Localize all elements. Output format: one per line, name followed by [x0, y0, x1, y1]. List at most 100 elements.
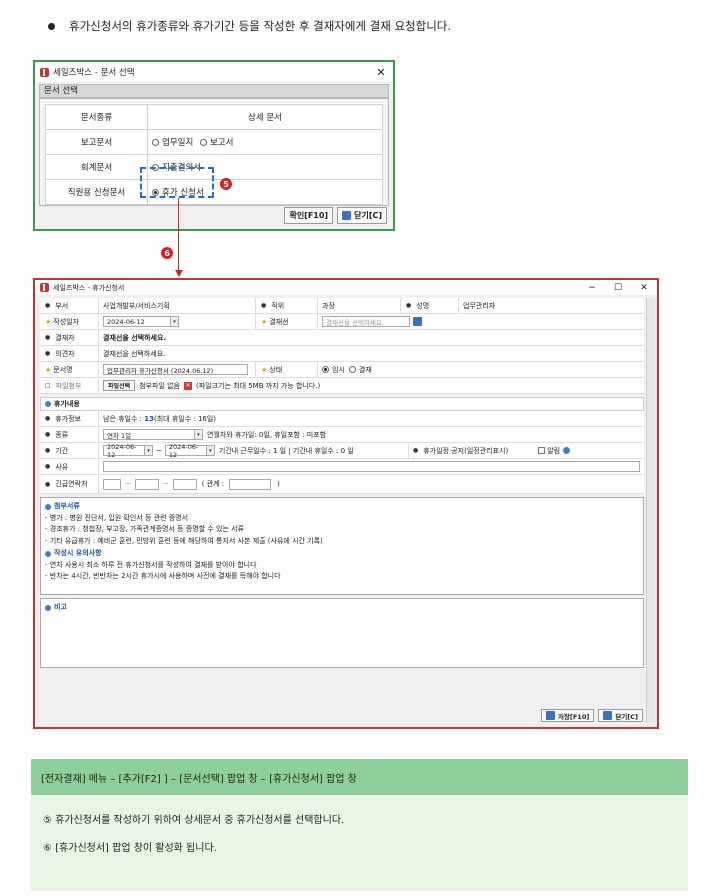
table-row: 직원용 신청문서 휴가 신청서	[45, 179, 383, 205]
bullet-icon: ●	[261, 302, 267, 309]
minimize-icon[interactable]: −	[579, 283, 605, 293]
star-icon: ★	[45, 365, 52, 374]
phone-part1-input[interactable]	[103, 478, 121, 490]
bullet-icon: ●	[406, 302, 412, 309]
radio-label: 보고서	[209, 138, 234, 148]
bullet-icon: ●	[45, 302, 51, 309]
file-select-button[interactable]: 파일선택	[103, 380, 136, 391]
label-name: 성명	[416, 301, 430, 310]
remark-box[interactable]: 비고	[40, 598, 644, 668]
relation-close: )	[277, 480, 280, 488]
doc-item: - 기타 유급휴가 : 예비군 훈련, 민방위 훈련 등에 해당하여 통지서 사…	[45, 537, 323, 546]
file-icon: □	[45, 382, 51, 389]
file-select-label: 파일선택	[108, 383, 131, 390]
section-icon	[45, 401, 51, 407]
opinion-value: 결재선을 선택하세요.	[98, 346, 644, 361]
radio-work-log[interactable]: 업무일지	[152, 138, 193, 148]
label-subject: 문서명	[53, 365, 73, 374]
step-6-badge: 6	[161, 247, 173, 259]
vacation-max: (최대 휴일수 : 16일)	[154, 414, 217, 423]
kind-select[interactable]: 연차 1일	[103, 429, 195, 440]
close-button[interactable]: 닫기[C]	[598, 709, 643, 722]
period-note: 기간내 근무일수 : 1 일 | 기간내 휴일수 : 0 일	[218, 446, 354, 455]
radio-icon	[199, 139, 207, 146]
radio-icon	[152, 139, 159, 146]
bullet-icon: ●	[45, 334, 51, 341]
save-button[interactable]: 저장[F10]	[540, 709, 595, 722]
docs-title: 첨부서류	[54, 502, 80, 510]
info-step-5: ⑤ 휴가신청서를 작성하기 위하여 상세문서 중 휴가신청서를 선택합니다.	[43, 815, 345, 826]
label-state: 상태	[269, 365, 283, 374]
close-button[interactable]: 닫기[C]	[337, 207, 387, 224]
close-door-icon	[603, 711, 613, 720]
reason-input[interactable]	[103, 461, 640, 472]
start-date-input[interactable]: 2024-06-12	[103, 443, 145, 459]
close-icon[interactable]: ✕	[369, 66, 393, 79]
phone-part3-input[interactable]	[172, 478, 197, 490]
radio-temp[interactable]: 임시	[322, 365, 345, 375]
column-doc-type: 문서종류	[45, 104, 148, 130]
checkbox-icon[interactable]	[538, 447, 546, 454]
schedule-notice: 휴가일정 공지(일정관리표시)	[423, 446, 509, 455]
phone-separator: ~	[125, 480, 131, 488]
date-input[interactable]: 2024-06-12	[103, 316, 171, 327]
label-date: 작성일자	[53, 317, 80, 326]
star-icon: ★	[261, 317, 268, 326]
label-emergency: 긴급연락처	[55, 480, 88, 488]
bullet-icon: ●	[45, 415, 51, 422]
scrollbar[interactable]	[646, 298, 655, 723]
maximize-icon[interactable]: ☐	[605, 283, 631, 293]
relation-input[interactable]	[229, 478, 272, 490]
remark-title: 비고	[54, 603, 67, 611]
subject-input[interactable]: 업무관리자 휴가신청서 (2024.06.12)	[103, 364, 248, 375]
table-row: 보고문서 업무일지 보고서	[45, 129, 383, 155]
notify-label: 알림	[547, 446, 561, 455]
label-position: 직위	[271, 301, 285, 310]
name-value: 업무관리자	[458, 298, 644, 313]
label-attach: 파일첨부	[55, 381, 82, 390]
intro-label: 휴가신청서의 휴가종류와 휴가기간 등을 작성한 후 결재자에게 결재 요청합니…	[69, 19, 452, 33]
note-item: - 연차 사용시 최소 하루 전 휴가신청서를 작성하여 결재를 받아야 합니다	[45, 560, 257, 569]
doc-type-label: 회계문서	[45, 154, 148, 180]
notes-title: 작성시 유의사항	[54, 548, 102, 557]
file-note: (파일크기는 최대 5MB 까지 가능 합니다.)	[195, 381, 321, 390]
document-select-dialog: 세일즈박스 - 문서 선택 ✕ 문서 선택 문서종류 상세 문서 보고문서 업무…	[33, 60, 395, 231]
search-icon[interactable]	[413, 317, 422, 326]
save-label: 저장[F10]	[557, 712, 590, 721]
info-step-6: ⑥ [휴가신청서] 팝업 창이 활성화 됩니다.	[43, 843, 217, 854]
bullet-icon: ●	[45, 480, 51, 488]
radio-report[interactable]: 보고서	[199, 138, 234, 148]
dialog-footer: 확인[F10] 닫기[C]	[284, 207, 387, 224]
form-area: ● 부서 사업개발부/서비스기획 ● 직위 과장 ● 성명 업무관리자 ★ 작성일자 2…	[40, 298, 644, 668]
phone-separator: ~	[162, 480, 169, 488]
section-title: 휴가내용	[54, 400, 80, 408]
dropdown-icon[interactable]: ▾	[195, 429, 203, 440]
info-icon[interactable]	[563, 447, 571, 454]
dialog-titlebar: 세일즈박스 - 문서 선택 ✕	[35, 62, 393, 82]
approver-input[interactable]: 결재선을 선택하세요.	[322, 316, 410, 327]
arrow-down-icon	[175, 270, 183, 277]
end-date-input[interactable]: 2024-06-12	[164, 443, 207, 459]
range-separator: ~	[156, 446, 162, 455]
label-dept: 부서	[55, 301, 69, 310]
bullet-icon	[48, 22, 55, 30]
save-icon	[545, 711, 555, 720]
note-item: - 반차는 4시간, 반반차는 2시간 휴가시에 사용하며 사전에 결재를 득해…	[45, 572, 281, 581]
dept-value: 사업개발부/서비스기획	[98, 298, 255, 313]
close-icon[interactable]: ✕	[631, 283, 657, 293]
label-vacation-info: 휴가정보	[55, 414, 82, 423]
dropdown-icon[interactable]: ▾	[145, 445, 153, 456]
radio-approve[interactable]: 결재	[348, 365, 372, 375]
label-approval: 결재자	[55, 333, 75, 342]
dropdown-icon[interactable]: ▾	[206, 445, 215, 456]
dialog-titlebar: 세일즈박스 - 휴가신청서 − ☐ ✕	[35, 280, 657, 295]
phone-part2-input[interactable]	[134, 478, 159, 490]
dropdown-icon[interactable]: ▾	[171, 316, 179, 327]
section-icon	[45, 550, 51, 557]
radio-label: 업무일지	[162, 138, 194, 148]
delete-icon[interactable]: ✕	[183, 381, 192, 390]
ok-button[interactable]: 확인[F10]	[284, 207, 334, 224]
doc-type-label: 직원용 신청문서	[45, 179, 148, 205]
highlight-box	[140, 167, 214, 198]
label-reason: 사유	[55, 462, 69, 471]
